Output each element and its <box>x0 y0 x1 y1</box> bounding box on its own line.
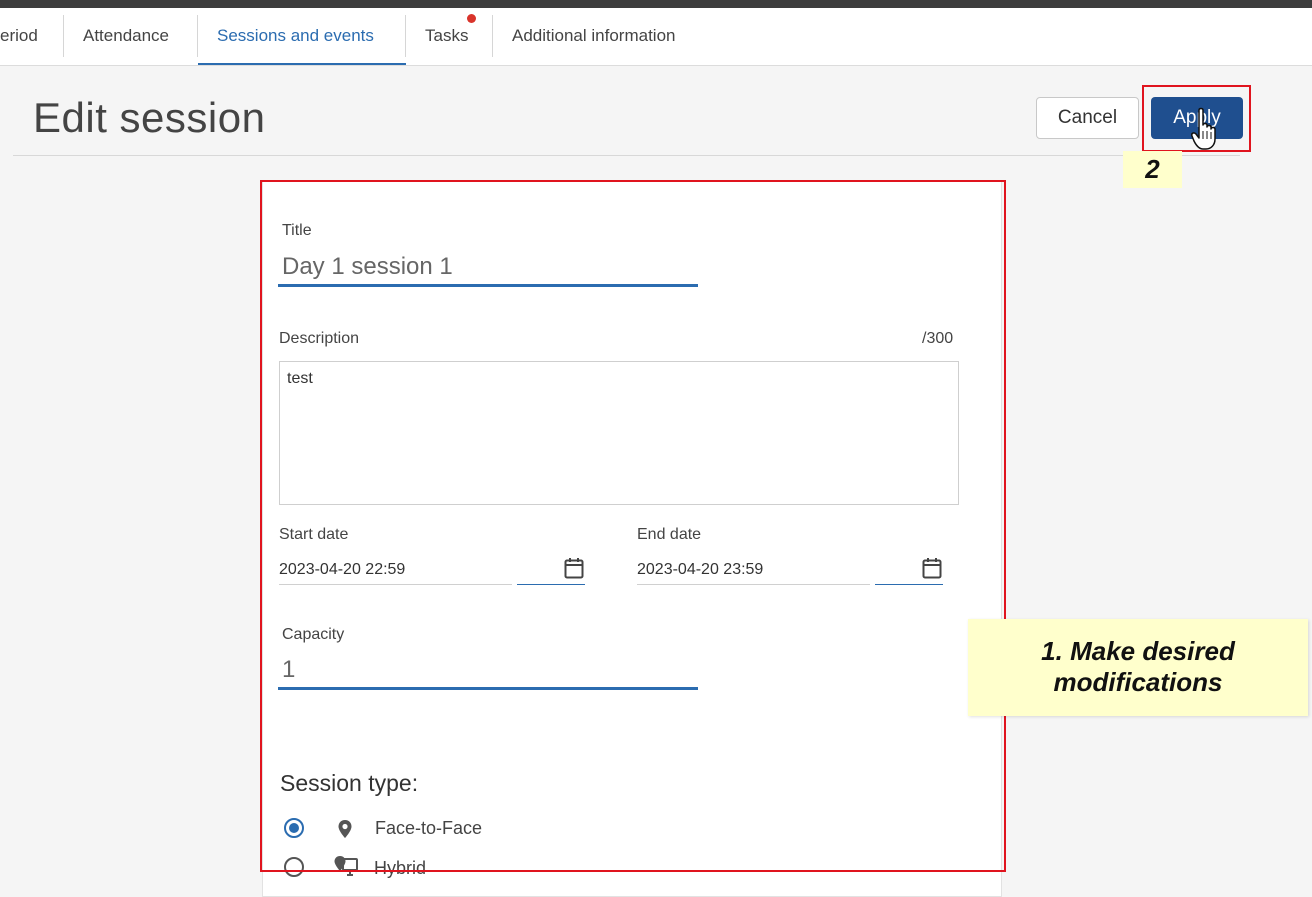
session-type-heading: Session type: <box>280 770 419 796</box>
tasks-notification-dot <box>467 14 476 23</box>
calendar-icon <box>564 558 584 579</box>
step-1-callout: 1. Make desired modifications <box>968 619 1308 716</box>
tab-sessions-and-events[interactable]: Sessions and events <box>198 8 406 65</box>
tab-period[interactable]: eriod <box>0 8 38 65</box>
start-date-picker-button[interactable] <box>517 555 585 585</box>
page-title: Edit session <box>33 94 266 141</box>
hybrid-radio[interactable] <box>284 857 304 877</box>
tab-divider <box>492 15 493 57</box>
tab-additional-information[interactable]: Additional information <box>512 8 675 65</box>
title-divider <box>13 155 1240 156</box>
tab-attendance[interactable]: Attendance <box>83 8 169 65</box>
start-date-input[interactable] <box>279 556 512 585</box>
map-pin-icon <box>338 820 352 838</box>
title-label: Title <box>282 222 312 239</box>
face-to-face-label: Face-to-Face <box>375 818 483 838</box>
tab-divider <box>405 15 406 57</box>
start-date-label: Start date <box>279 526 349 543</box>
end-date-label: End date <box>637 526 702 543</box>
hand-cursor-icon <box>1191 107 1216 150</box>
title-input[interactable] <box>278 249 698 287</box>
tab-bar: eriod Attendance Sessions and events Tas… <box>0 8 1312 66</box>
description-textarea[interactable]: test <box>279 361 959 505</box>
tab-divider <box>63 15 64 57</box>
description-char-counter: /300 <box>922 330 954 347</box>
window-top-bar <box>0 0 1312 8</box>
capacity-input[interactable] <box>278 652 698 690</box>
tab-tasks[interactable]: Tasks <box>425 8 468 65</box>
end-date-picker-button[interactable] <box>875 555 943 585</box>
calendar-icon <box>922 558 942 579</box>
capacity-label: Capacity <box>282 626 345 643</box>
description-label: Description <box>279 330 360 347</box>
cancel-button[interactable]: Cancel <box>1036 97 1139 139</box>
step-2-callout: 2 <box>1123 151 1182 188</box>
end-date-input[interactable] <box>637 556 870 585</box>
hybrid-icon <box>334 856 358 876</box>
face-to-face-radio[interactable] <box>284 818 304 838</box>
hybrid-label: Hybrid <box>374 858 427 878</box>
